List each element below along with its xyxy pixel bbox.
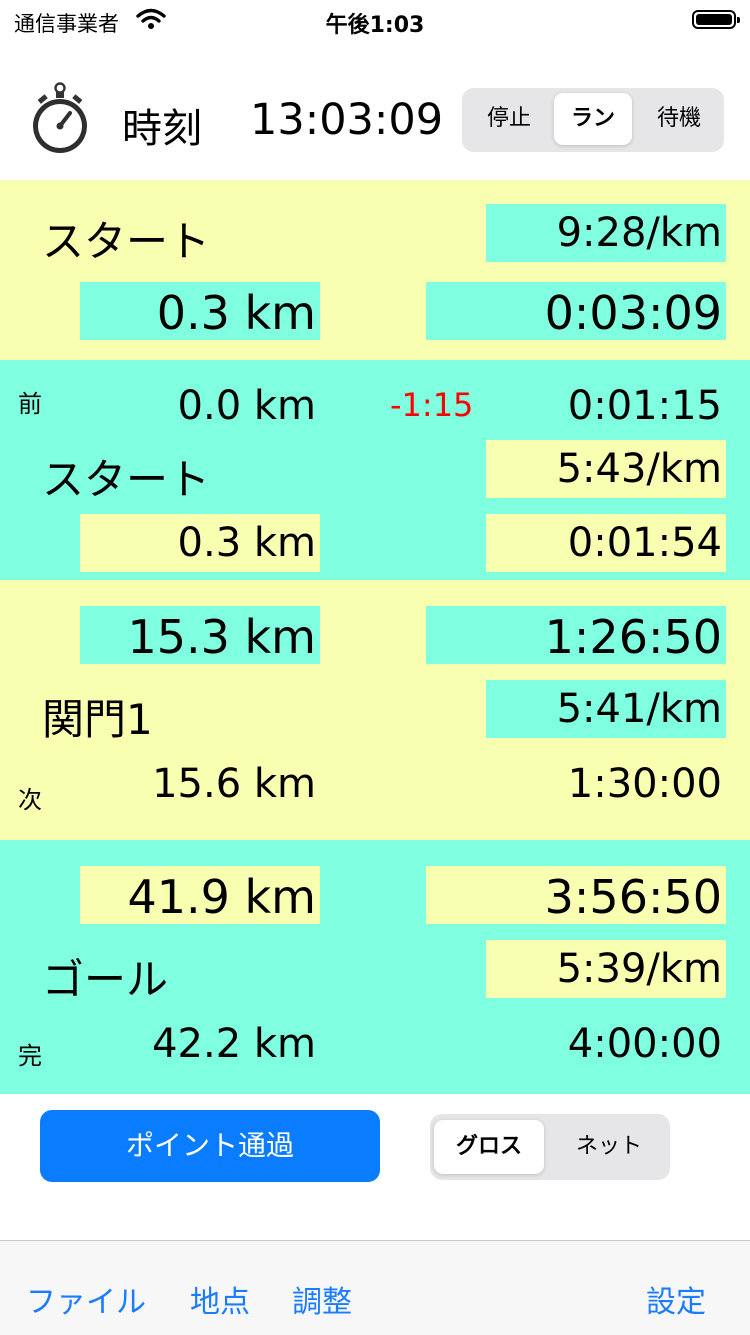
overall-name: スタート: [42, 217, 211, 266]
since-previous-time: 0:01:54: [486, 514, 726, 572]
next-distance: 15.6 km: [152, 761, 316, 807]
status-bar: 通信事業者 午後1:03: [0, 0, 750, 40]
time-label: 時刻: [122, 106, 202, 152]
previous-distance: 0.0 km: [177, 383, 316, 429]
mode-segmented-control: 停止 ラン 待機: [462, 88, 724, 152]
since-previous-distance: 0.3 km: [80, 514, 320, 572]
next-target-time: 1:30:00: [567, 761, 722, 807]
goal-pace: 5:39/km: [486, 940, 726, 998]
overall-elapsed: 0:03:09: [426, 282, 726, 340]
bottom-toolbar: ファイル 地点 調整 設定: [0, 1240, 750, 1335]
toolbar-file[interactable]: ファイル: [26, 1277, 146, 1321]
previous-tag: 前: [18, 390, 42, 418]
previous-name: スタート: [42, 455, 211, 504]
overall-section: スタート 9:28/km 0.3 km 0:03:09: [0, 180, 750, 360]
goal-section: 41.9 km 3:56:50 ゴール 5:39/km 完 42.2 km 4:…: [0, 840, 750, 1094]
previous-section: 前 0.0 km -1:15 0:01:15 スタート 5:43/km 0.3 …: [0, 360, 750, 580]
battery-icon: [692, 10, 740, 29]
previous-pace: 5:43/km: [486, 440, 726, 498]
current-time: 13:03:09: [250, 95, 444, 145]
goal-target-time: 4:00:00: [567, 1021, 722, 1067]
toolbar-adjust[interactable]: 調整: [292, 1277, 352, 1321]
mode-stop-segment[interactable]: 停止: [466, 93, 552, 145]
previous-time: 0:01:15: [567, 383, 722, 429]
goal-remaining-distance: 41.9 km: [80, 866, 320, 924]
point-pass-button[interactable]: ポイント通過: [40, 1110, 380, 1182]
status-time: 午後1:03: [325, 13, 425, 38]
time-mode-segmented-control: グロス ネット: [430, 1114, 670, 1180]
next-tag: 次: [18, 786, 42, 814]
toolbar-settings[interactable]: 設定: [646, 1277, 706, 1321]
next-pace: 5:41/km: [486, 680, 726, 738]
goal-tag: 完: [18, 1042, 42, 1070]
next-section: 15.3 km 1:26:50 関門1 5:41/km 次 15.6 km 1:…: [0, 580, 750, 840]
stopwatch-icon: [30, 82, 90, 158]
mode-standby-segment[interactable]: 待機: [636, 93, 722, 145]
goal-eta: 3:56:50: [426, 866, 726, 924]
overall-distance: 0.3 km: [80, 282, 320, 340]
overall-pace: 9:28/km: [486, 204, 726, 262]
previous-delta: -1:15: [390, 386, 474, 424]
toolbar-points[interactable]: 地点: [190, 1277, 250, 1321]
goal-distance: 42.2 km: [152, 1021, 316, 1067]
gross-segment[interactable]: グロス: [434, 1120, 544, 1174]
next-eta: 1:26:50: [426, 606, 726, 664]
mode-run-segment[interactable]: ラン: [554, 93, 632, 145]
next-name: 関門1: [42, 695, 153, 744]
next-remaining-distance: 15.3 km: [80, 606, 320, 664]
net-segment[interactable]: ネット: [554, 1120, 664, 1174]
goal-name: ゴール: [42, 955, 169, 1004]
